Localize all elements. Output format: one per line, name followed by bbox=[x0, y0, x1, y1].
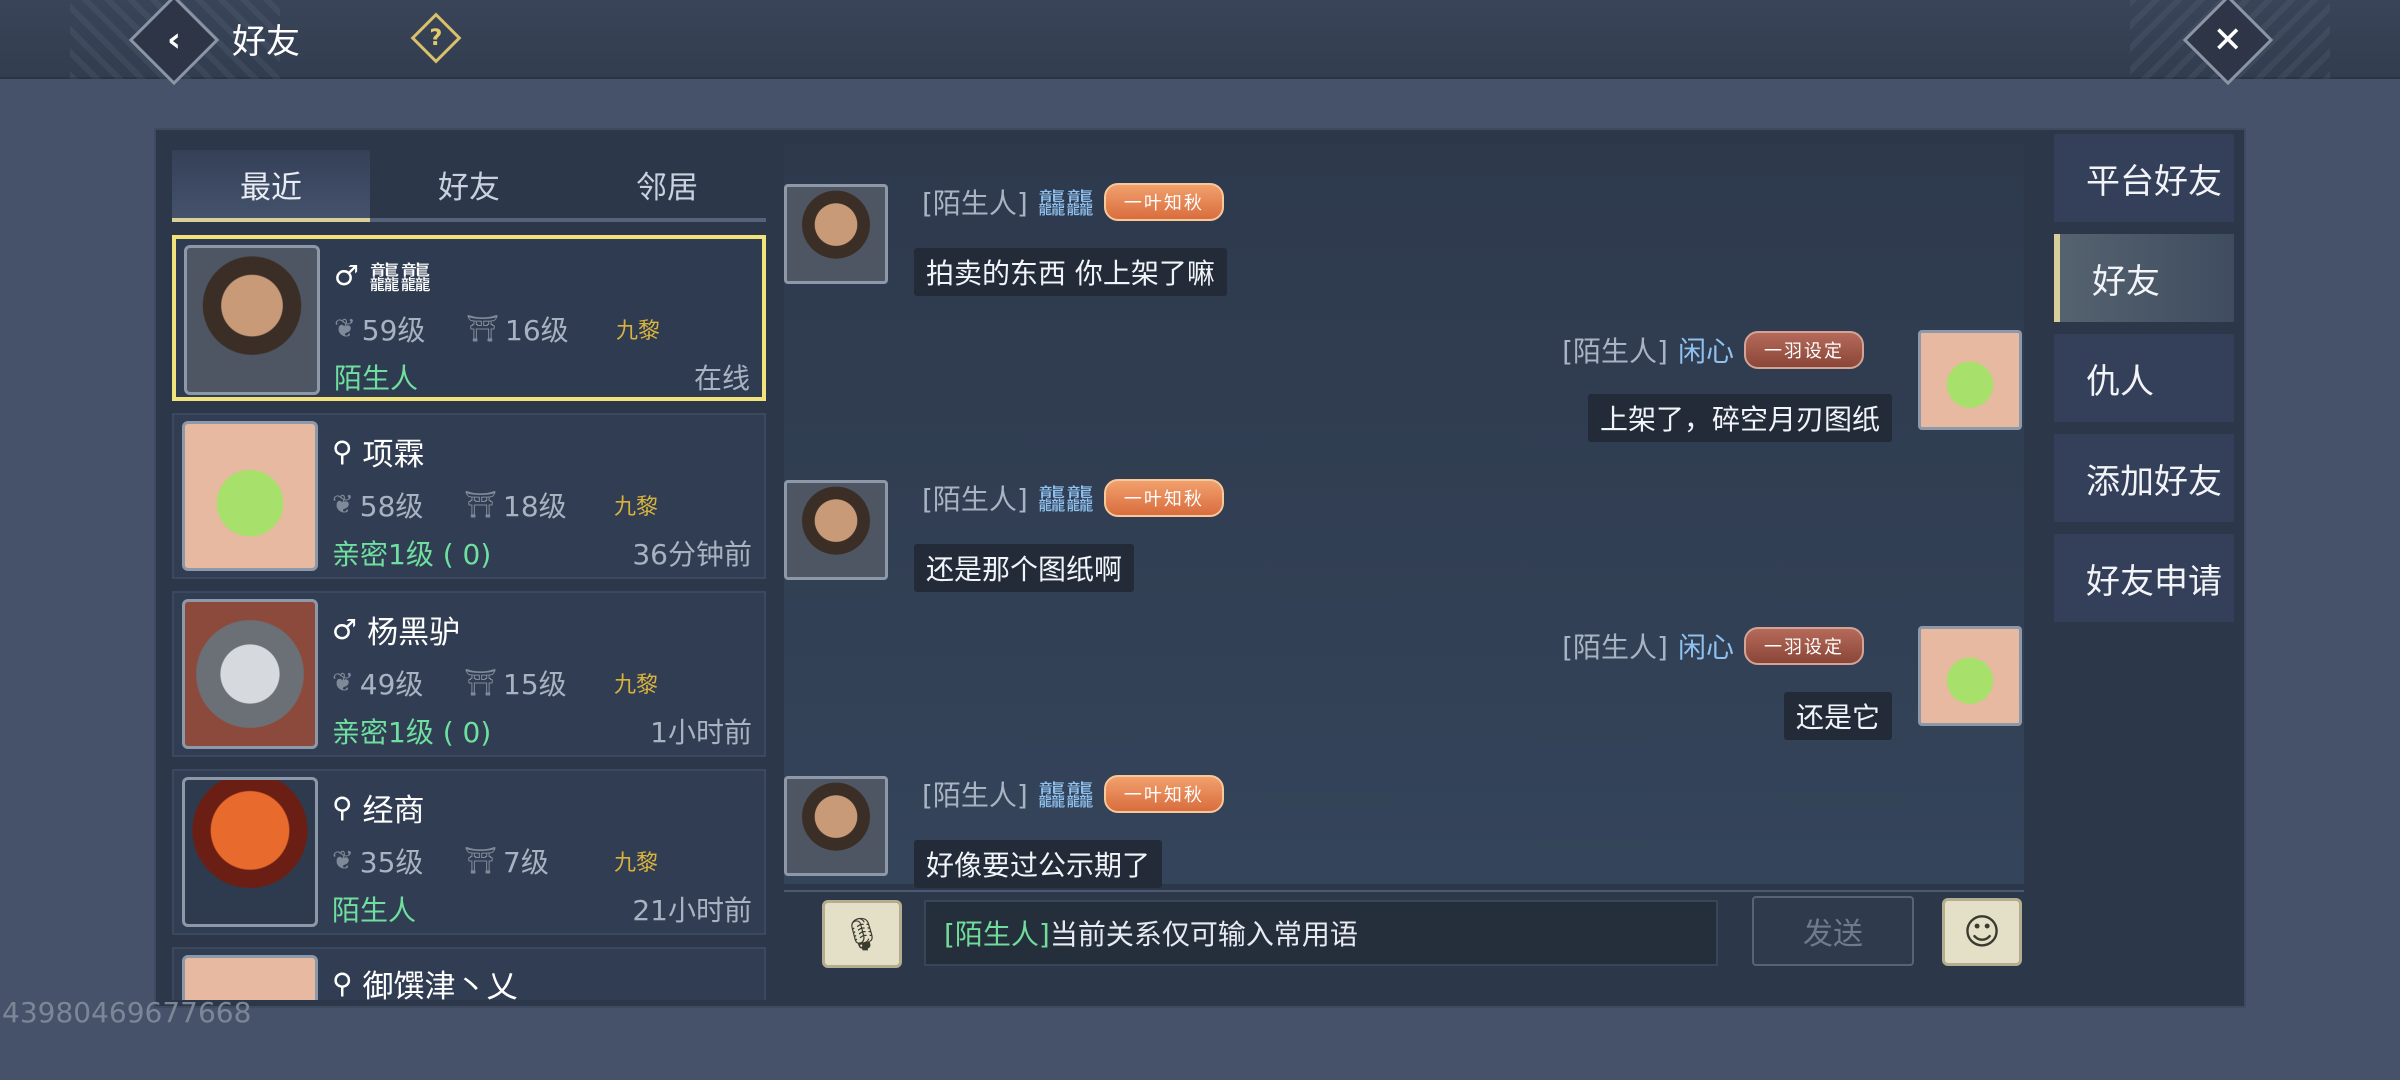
relation-tag: [陌生人] bbox=[922, 187, 1028, 220]
friend-level: 49级 bbox=[359, 668, 424, 701]
chat-area[interactable]: [陌生人] 龘龘 一叶知秋 拍卖的东西 你上架了嘛 [陌生人] 闲心 一羽设定 … bbox=[784, 144, 2024, 888]
avatar[interactable] bbox=[784, 184, 888, 284]
avatar bbox=[182, 599, 318, 749]
friend-status: 21小时前 bbox=[632, 894, 752, 927]
avatar[interactable] bbox=[1918, 330, 2022, 430]
guild-tag: 九黎 bbox=[614, 495, 659, 520]
sect-icon: ⛩ bbox=[464, 490, 498, 520]
friend-item[interactable]: ♂ 龘龘 ❦ 59级 ⛩ 16级 九黎 陌生人 在线 bbox=[172, 235, 766, 401]
friend-sect-level: 18级 bbox=[503, 490, 567, 523]
friend-item[interactable]: ⚲ 项霖 ❦ 58级 ⛩ 18级 九黎 亲密1级 ( 0) 36分钟前 bbox=[172, 413, 766, 579]
friend-item[interactable]: ⚲ 御馔津丶乂 bbox=[172, 947, 766, 1000]
sect-icon: ⛩ bbox=[464, 668, 498, 698]
friend-relation: 陌生人 bbox=[334, 362, 419, 395]
page-title: 好友 bbox=[232, 22, 300, 62]
emoji-icon: ☺ bbox=[1963, 911, 2001, 953]
level-icon: ❦ bbox=[332, 668, 354, 698]
friend-name: 御馔津丶乂 bbox=[362, 969, 518, 1000]
avatar[interactable] bbox=[784, 480, 888, 580]
friend-status: 1小时前 bbox=[650, 716, 752, 749]
avatar bbox=[182, 777, 318, 927]
relation-tag: [陌生人] bbox=[1562, 335, 1668, 368]
sect-icon: ⛩ bbox=[464, 846, 498, 876]
friend-relation: 亲密1级 ( 0) bbox=[332, 538, 492, 571]
friend-relation: 亲密1级 ( 0) bbox=[332, 716, 492, 749]
level-icon: ❦ bbox=[334, 314, 356, 344]
friend-name: 杨黑驴 bbox=[367, 615, 461, 651]
guild-tag: 九黎 bbox=[614, 851, 659, 876]
tab-recent[interactable]: 最近 bbox=[172, 150, 370, 222]
title-badge: 一叶知秋 bbox=[1103, 183, 1224, 221]
friend-status: 在线 bbox=[693, 362, 750, 395]
chat-bubble: 好像要过公示期了 bbox=[914, 840, 1163, 888]
avatar bbox=[182, 421, 318, 571]
sender-name[interactable]: 龘龘 bbox=[1038, 774, 1094, 814]
avatar bbox=[184, 245, 320, 395]
title-badge: 一叶知秋 bbox=[1103, 479, 1224, 517]
guild-tag: 九黎 bbox=[614, 673, 659, 698]
level-icon: ❦ bbox=[332, 846, 354, 876]
tab-friends[interactable]: 好友 bbox=[370, 150, 568, 222]
input-relation-tag: [陌生人] bbox=[944, 918, 1050, 951]
chevron-left-icon: ‹ bbox=[166, 19, 182, 60]
nav-friends[interactable]: 好友 bbox=[2054, 234, 2234, 322]
chat-bubble: 拍卖的东西 你上架了嘛 bbox=[914, 248, 1227, 296]
microphone-icon: 🎙 bbox=[841, 915, 883, 953]
user-id: 43980469677668 bbox=[2, 996, 252, 1029]
send-button[interactable]: 发送 bbox=[1752, 896, 1914, 966]
nav-platform-friends[interactable]: 平台好友 bbox=[2054, 134, 2234, 222]
close-icon: ✕ bbox=[2212, 19, 2244, 61]
male-icon: ♂ bbox=[332, 613, 358, 646]
friend-name: 经商 bbox=[362, 793, 425, 829]
sender-name[interactable]: 龘龘 bbox=[1038, 478, 1094, 518]
friend-relation: 陌生人 bbox=[332, 894, 417, 927]
chat-bubble: 还是它 bbox=[1783, 692, 1892, 740]
level-icon: ❦ bbox=[332, 490, 354, 520]
relation-tag: [陌生人] bbox=[1562, 631, 1668, 664]
friend-sect-level: 16级 bbox=[505, 314, 569, 347]
friend-name: 龘龘 bbox=[369, 261, 432, 297]
sender-name[interactable]: 龘龘 bbox=[1038, 182, 1094, 222]
top-bar bbox=[0, 0, 2400, 79]
friend-status: 36分钟前 bbox=[632, 538, 752, 571]
emoji-button[interactable]: ☺ bbox=[1942, 898, 2022, 966]
male-icon: ♂ bbox=[334, 259, 360, 292]
gender-icon: ⚲ bbox=[332, 435, 353, 468]
relation-tag: [陌生人] bbox=[922, 779, 1028, 812]
guild-tag: 九黎 bbox=[616, 319, 661, 344]
friend-tabs: 最近 好友 邻居 bbox=[172, 150, 766, 222]
relation-tag: [陌生人] bbox=[922, 483, 1028, 516]
nav-friend-requests[interactable]: 好友申请 bbox=[2054, 534, 2234, 622]
sect-icon: ⛩ bbox=[466, 314, 500, 344]
friend-list[interactable]: ♂ 龘龘 ❦ 59级 ⛩ 16级 九黎 陌生人 在线 ⚲ 项霖 ❦ 58级 ⛩ 18级 九黎… bbox=[172, 235, 766, 1000]
gender-icon: ⚲ bbox=[332, 791, 353, 824]
tab-neighbors[interactable]: 邻居 bbox=[568, 150, 766, 222]
chat-input[interactable]: [陌生人] 当前关系仅可输入常用语 bbox=[924, 900, 1718, 966]
friend-sect-level: 7级 bbox=[503, 846, 549, 879]
avatar bbox=[182, 955, 318, 1000]
avatar[interactable] bbox=[1918, 626, 2022, 726]
title-badge: 一羽设定 bbox=[1744, 331, 1864, 369]
nav-enemies[interactable]: 仇人 bbox=[2054, 334, 2234, 422]
sender-name[interactable]: 闲心 bbox=[1678, 626, 1734, 666]
sender-name[interactable]: 闲心 bbox=[1678, 330, 1734, 370]
friend-item[interactable]: ⚲ 经商 ❦ 35级 ⛩ 7级 九黎 陌生人 21小时前 bbox=[172, 769, 766, 935]
chat-bubble: 还是那个图纸啊 bbox=[914, 544, 1135, 592]
avatar[interactable] bbox=[784, 776, 888, 876]
friend-level: 35级 bbox=[359, 846, 424, 879]
title-badge: 一羽设定 bbox=[1744, 627, 1864, 665]
title-badge: 一叶知秋 bbox=[1103, 775, 1224, 813]
friend-level: 58级 bbox=[359, 490, 424, 523]
friend-sect-level: 15级 bbox=[503, 668, 567, 701]
gender-icon: ⚲ bbox=[332, 967, 353, 1000]
chat-bubble: 上架了，碎空月刃图纸 bbox=[1587, 394, 1892, 442]
friend-item[interactable]: ♂ 杨黑驴 ❦ 49级 ⛩ 15级 九黎 亲密1级 ( 0) 1小时前 bbox=[172, 591, 766, 757]
voice-button[interactable]: 🎙 bbox=[822, 900, 902, 968]
nav-add-friend[interactable]: 添加好友 bbox=[2054, 434, 2234, 522]
friend-name: 项霖 bbox=[362, 437, 425, 473]
friend-level: 59级 bbox=[361, 314, 426, 347]
input-hint: 当前关系仅可输入常用语 bbox=[1049, 918, 1358, 951]
